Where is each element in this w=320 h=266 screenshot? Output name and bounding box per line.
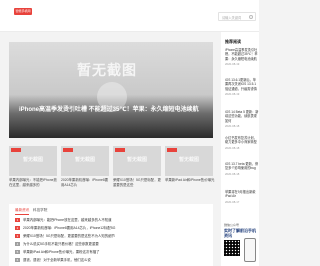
list-item[interactable]: 5 苹果新iPad Air和iPhone售价曝光，果粉这次有福了	[15, 249, 207, 255]
thumb-card[interactable]: 暂无截图	[9, 146, 57, 176]
sidebar-item[interactable]: 苹果将在9月推出新款iPad Air 2020-08-17	[225, 190, 259, 204]
search-box[interactable]: 请输入关键词	[218, 12, 256, 21]
list-item-text[interactable]: 荣耀X10登场！5G只是标配，更重要的是这些不为人知的细节	[23, 233, 115, 239]
sidebar-item-date: 2020-08-17	[225, 199, 240, 204]
list-item[interactable]: 2 2020苹果新机首曝：iPhone8要用A14芯片，iPhone12标配5G	[15, 225, 207, 231]
list-item[interactable]: 4 为什么说买5G手机不能只看价格？这些参数更重要	[15, 241, 207, 247]
sidebar-item-date: 2020-08-18	[225, 124, 240, 129]
list-item-text[interactable]: 苹果新iPad Air和iPhone售价曝光，果粉这次有福了	[23, 249, 100, 255]
tab-latest[interactable]: 最新资讯	[15, 208, 30, 215]
sidebar-item-date: 2020-08-19	[225, 62, 240, 67]
rank-badge: 1	[15, 218, 20, 222]
phone-icon	[244, 238, 256, 262]
tag-badge	[11, 148, 21, 152]
sidebar-item-text[interactable]: iOS 13.7 beta 更新，修复多个影响使用的bug	[225, 162, 259, 171]
sidebar-title: 推荐阅读	[225, 39, 241, 44]
list-item[interactable]: 3 荣耀X10登场！5G只是标配，更重要的是这些不为人知的细节	[15, 233, 207, 239]
list-item-text[interactable]: 苹果内部曝光：能把iPhone放在这里，越来越多的人不知道	[23, 217, 112, 223]
sidebar-item[interactable]: 小红书发布复苏计划，助力更多中小商家转型 2020-08-18	[225, 136, 259, 150]
thumb-placeholder: 暂无截图	[179, 157, 200, 163]
rank-badge: 6	[15, 258, 20, 262]
promo-header: 微信公众号	[224, 223, 240, 227]
list-item[interactable]: 1 苹果内部曝光：能把iPhone放在这里，越来越多的人不知道	[15, 217, 207, 223]
sidebar-item-text[interactable]: iPhone高温季发烫引吐槽，不能超过35℃！苹果：永久缩短电池续航	[225, 48, 259, 61]
thumb-card[interactable]: 暂无截图	[165, 146, 213, 176]
sidebar-item-text[interactable]: iOS 13.6.1更新后，苹果再次关闭iOS 13.5.1验证通道，升级需谨慎	[225, 78, 259, 91]
list-item-text[interactable]: 2020苹果新机首曝：iPhone8要用A14芯片，iPhone12标配5G	[23, 225, 115, 231]
sidebar-item-date: 2020-08-18	[225, 145, 240, 150]
sidebar-item[interactable]: iOS 13.7 beta 更新，修复多个影响使用的bug 2020-08-18	[225, 162, 259, 176]
thumb-caption[interactable]: 荣耀X10登场！5G只是标配，更重要的是这些	[113, 178, 163, 188]
rank-badge: 3	[15, 234, 20, 238]
hero-placeholder-text: 暂无截图	[77, 62, 137, 78]
thumb-card[interactable]: 暂无截图	[113, 146, 161, 176]
sidebar-item[interactable]: iOS 13.6.1更新后，苹果再次关闭iOS 13.5.1验证通道，升级需谨慎…	[225, 78, 259, 96]
hero-title[interactable]: iPhone高温季发烫引吐槽 不能超过35℃！苹果：永久缩短电池续航	[19, 106, 205, 114]
news-panel: 最新资讯 科技学院 1 苹果内部曝光：能把iPhone放在这里，越来越多的人不知道…	[9, 204, 213, 266]
thumb-placeholder: 暂无截图	[127, 157, 148, 163]
rank-badge: 4	[15, 242, 20, 246]
list-item[interactable]: 6 退钱，退钱！对于全新苹果手机，他们这么说	[15, 257, 207, 263]
thumb-caption[interactable]: 2020苹果新机首曝：iPhone8要用A14芯片	[61, 178, 111, 188]
search-placeholder: 请输入关键词	[222, 16, 242, 20]
thumb-caption[interactable]: 苹果内部曝光：不能把iPhone放在这里，越来越多的	[9, 178, 59, 188]
list-item-text[interactable]: 为什么说买5G手机不能只看价格？这些参数更重要	[23, 241, 99, 247]
sidebar-item[interactable]: iPhone高温季发烫引吐槽，不能超过35℃！苹果：永久缩短电池续航 2020-0…	[225, 48, 259, 66]
sidebar-item-date: 2020-08-19	[225, 92, 240, 97]
thumb-placeholder: 暂无截图	[75, 157, 96, 163]
tag-badge	[115, 148, 125, 152]
thumb-caption[interactable]: 苹果新iPad Air和iPhone售价曝光	[165, 178, 215, 183]
sidebar-item-text[interactable]: 苹果将在9月推出新款iPad Air	[225, 190, 259, 199]
thumb-row: 暂无截图 暂无截图 暂无截图 暂无截图	[9, 146, 213, 176]
qr-code-icon	[224, 240, 240, 256]
site-logo[interactable]: 智能手机网	[14, 8, 32, 15]
thumb-placeholder: 暂无截图	[23, 157, 44, 163]
thumb-card[interactable]: 暂无截图	[61, 146, 109, 176]
sidebar-item-date: 2020-08-18	[225, 171, 240, 176]
tag-badge	[63, 148, 73, 152]
sidebar-item-text[interactable]: 小红书发布复苏计划，助力更多中小商家转型	[225, 136, 259, 145]
list-item-text[interactable]: 退钱，退钱！对于全新苹果手机，他们这么说	[23, 257, 91, 263]
sidebar-item-text[interactable]: iOS 14 Beta 5 更新：新增这些功能，续航表现如何	[225, 110, 259, 123]
rank-badge: 2	[15, 226, 20, 230]
top-bar: 智能手机网 请输入关键词	[0, 0, 259, 32]
promo-block: 微信公众号 实时了解前沿手机资讯	[221, 220, 259, 266]
rank-badge: 5	[15, 250, 20, 254]
search-icon[interactable]	[249, 15, 253, 19]
tag-badge	[167, 148, 177, 152]
hero-banner[interactable]: 暂无截图 iPhone高温季发烫引吐槽 不能超过35℃！苹果：永久缩短电池续航	[9, 42, 213, 138]
tab-tech[interactable]: 科技学院	[33, 208, 47, 213]
sidebar-item[interactable]: iOS 14 Beta 5 更新：新增这些功能，续航表现如何 2020-08-18	[225, 110, 259, 128]
promo-title: 实时了解前沿手机资讯	[224, 228, 256, 238]
